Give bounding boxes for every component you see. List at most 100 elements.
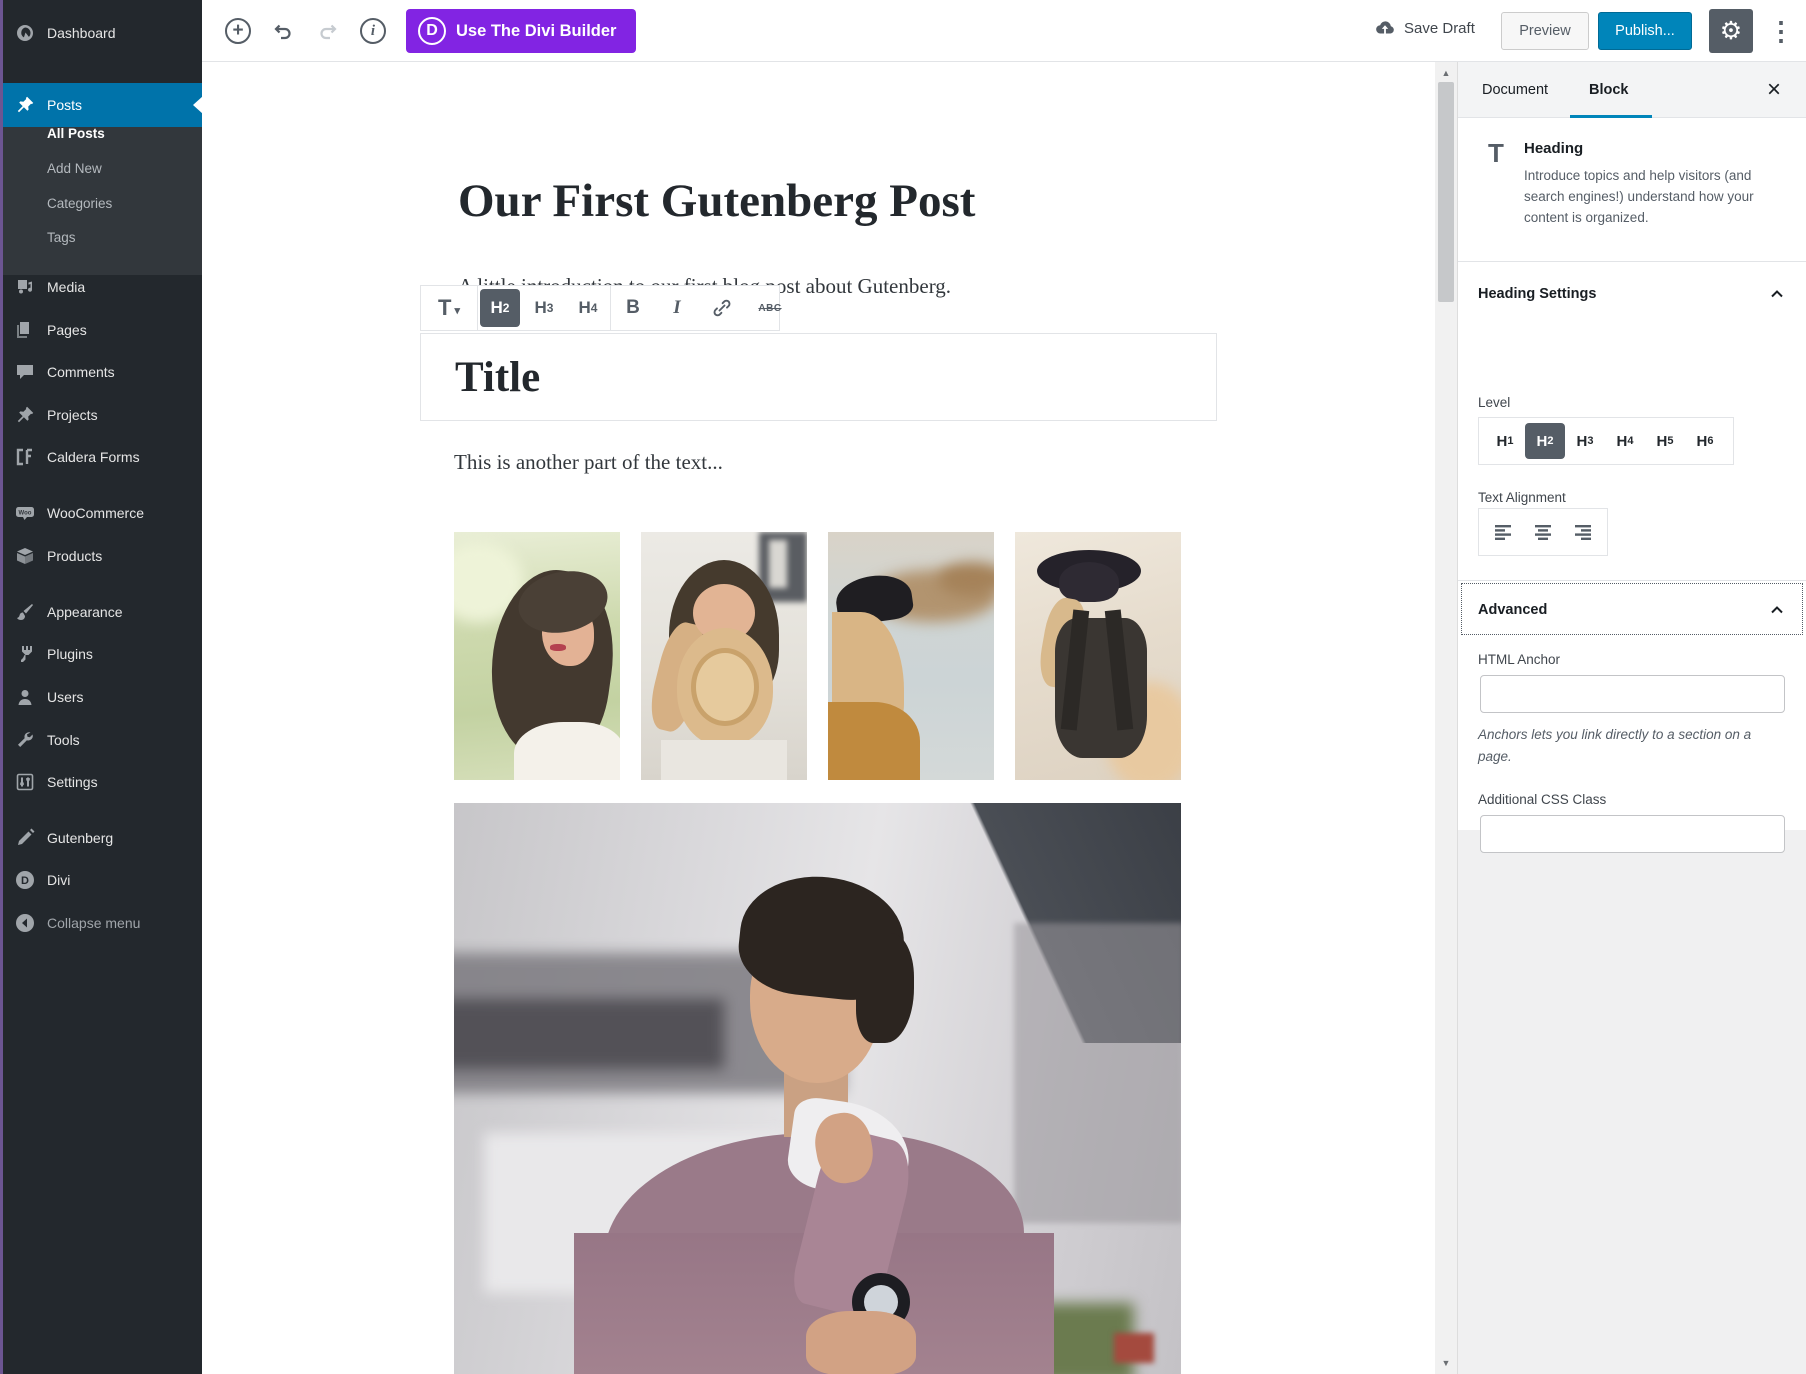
level-h1-button[interactable]: H1: [1485, 423, 1525, 459]
sidebar-item-gutenberg[interactable]: Gutenberg: [3, 820, 202, 856]
h3-toolbar-button[interactable]: H3: [522, 286, 566, 330]
sidebar-item-posts[interactable]: Posts: [3, 83, 203, 127]
level-h5-button[interactable]: H5: [1645, 423, 1685, 459]
sidebar-item-users[interactable]: Users: [3, 679, 202, 715]
image-block-man-portrait[interactable]: [454, 803, 1181, 1374]
gallery-block: [454, 532, 1384, 780]
sidebar-item-label: WooCommerce: [47, 505, 144, 521]
sidebar-item-woocommerce[interactable]: Woo WooCommerce: [3, 495, 202, 531]
block-format-toolbar: T ▾ H2 H3 H4 B I ABC: [420, 285, 781, 331]
preview-button[interactable]: Preview: [1501, 12, 1589, 50]
tab-block[interactable]: Block: [1589, 62, 1629, 118]
scroll-up-arrow[interactable]: ▲: [1435, 64, 1457, 82]
block-description-card: T Heading Introduce topics and help visi…: [1458, 118, 1806, 262]
editor-canvas: Our First Gutenberg Post A little introd…: [202, 62, 1457, 1374]
align-left-icon: [1494, 524, 1511, 540]
sidebar-item-collapse-menu[interactable]: Collapse menu: [3, 905, 202, 941]
sidebar-item-caldera-forms[interactable]: Caldera Forms: [3, 439, 202, 475]
save-draft-button[interactable]: Save Draft: [1374, 17, 1475, 39]
block-card-title: Heading: [1524, 140, 1584, 157]
sidebar-item-label: Posts: [47, 97, 83, 113]
undo-button[interactable]: [269, 17, 297, 45]
projects-pin-icon: [15, 405, 35, 425]
heading-block-text[interactable]: Title: [455, 353, 540, 402]
align-center-button[interactable]: [1526, 514, 1560, 550]
pages-icon: [15, 320, 35, 340]
sidebar-item-pages[interactable]: Pages: [3, 312, 202, 348]
level-h4-button[interactable]: H4: [1605, 423, 1645, 459]
settings-toggle-button[interactable]: ⚙: [1709, 9, 1753, 53]
italic-button[interactable]: I: [655, 286, 699, 330]
sidebar-item-appearance[interactable]: Appearance: [3, 594, 202, 630]
sidebar-item-label: Dashboard: [47, 25, 116, 41]
submenu-tags[interactable]: Tags: [47, 230, 76, 252]
sidebar-item-settings[interactable]: Settings: [3, 764, 202, 800]
post-title[interactable]: Our First Gutenberg Post: [458, 174, 975, 228]
settings-sidebar: Document Block × T Heading Introduce top…: [1457, 62, 1806, 1374]
use-divi-builder-button[interactable]: D Use The Divi Builder: [406, 9, 637, 53]
h4-toolbar-button[interactable]: H4: [566, 286, 610, 330]
close-sidebar-button[interactable]: ×: [1760, 76, 1788, 104]
ellipsis-icon: ⋮: [1768, 15, 1794, 46]
submenu-all-posts[interactable]: All Posts: [47, 126, 105, 148]
align-right-icon: [1574, 524, 1591, 540]
advanced-section-toggle[interactable]: Advanced: [1458, 580, 1806, 638]
scrollbar-thumb[interactable]: [1438, 82, 1454, 302]
sidebar-item-label: Tools: [47, 732, 80, 748]
gallery-image-woman-straw-hat[interactable]: [641, 532, 807, 780]
align-right-button[interactable]: [1566, 514, 1600, 550]
plug-icon: [15, 644, 35, 664]
sidebar-item-dashboard[interactable]: Dashboard: [3, 15, 202, 51]
tab-document[interactable]: Document: [1482, 62, 1548, 118]
sidebar-item-plugins[interactable]: Plugins: [3, 636, 202, 672]
gear-icon: ⚙: [1719, 17, 1743, 45]
align-center-icon: [1534, 524, 1551, 540]
align-left-button[interactable]: [1486, 514, 1520, 550]
level-h3-button[interactable]: H3: [1565, 423, 1605, 459]
bold-button[interactable]: B: [611, 286, 655, 330]
sidebar-item-label: Comments: [47, 364, 115, 380]
strikethrough-button[interactable]: ABC: [745, 286, 795, 330]
content-structure-button[interactable]: i: [359, 17, 387, 45]
paragraph-block[interactable]: This is another part of the text...: [454, 450, 723, 475]
html-anchor-input[interactable]: [1480, 675, 1785, 713]
sidebar-item-projects[interactable]: Projects: [3, 397, 202, 433]
link-button[interactable]: [699, 286, 745, 330]
chevron-up-icon: [1771, 290, 1783, 298]
settings-tabs: Document Block ×: [1458, 62, 1806, 118]
block-type-dropdown[interactable]: T ▾: [421, 286, 477, 330]
heading-block-icon: T: [1488, 138, 1504, 168]
additional-css-class-input[interactable]: [1480, 815, 1785, 853]
divi-logo-icon: D: [15, 870, 35, 890]
sidebar-item-products[interactable]: Products: [3, 538, 202, 574]
heading-level-toolbar: H1 H2 H3 H4 H5 H6: [1478, 417, 1734, 465]
more-options-button[interactable]: ⋮: [1764, 9, 1798, 53]
selected-heading-block[interactable]: Title: [420, 333, 1217, 421]
sidebar-item-tools[interactable]: Tools: [3, 722, 202, 758]
sidebar-item-label: Collapse menu: [47, 915, 141, 931]
divi-button-label: Use The Divi Builder: [456, 21, 617, 40]
publish-button[interactable]: Publish...: [1598, 12, 1692, 50]
submenu-add-new[interactable]: Add New: [47, 161, 102, 183]
sidebar-item-media[interactable]: Media: [3, 269, 202, 305]
inline-format-group: B I ABC: [611, 286, 795, 330]
pin-icon: [15, 95, 35, 115]
scroll-down-arrow[interactable]: ▼: [1435, 1354, 1457, 1372]
submenu-categories[interactable]: Categories: [47, 196, 112, 218]
sidebar-item-divi[interactable]: D Divi: [3, 862, 202, 898]
sidebar-item-comments[interactable]: Comments: [3, 354, 202, 390]
editor-scrollbar[interactable]: ▲ ▼: [1435, 62, 1457, 1374]
comments-icon: [15, 362, 35, 382]
gallery-image-woman-dark-hair[interactable]: [454, 532, 620, 780]
gallery-image-person-by-sea[interactable]: [828, 532, 994, 780]
block-card-description: Introduce topics and help visitors (and …: [1524, 168, 1754, 225]
h2-toolbar-button[interactable]: H2: [480, 289, 520, 327]
window-edge-strip: [0, 0, 3, 1374]
level-h2-button[interactable]: H2: [1525, 423, 1565, 459]
block-inserter-button[interactable]: +: [224, 17, 252, 45]
woocommerce-icon: Woo: [15, 503, 35, 523]
redo-button[interactable]: [314, 17, 342, 45]
gallery-image-woman-backpack[interactable]: [1015, 532, 1181, 780]
heading-settings-toggle[interactable]: Heading Settings: [1458, 270, 1806, 318]
level-h6-button[interactable]: H6: [1685, 423, 1725, 459]
